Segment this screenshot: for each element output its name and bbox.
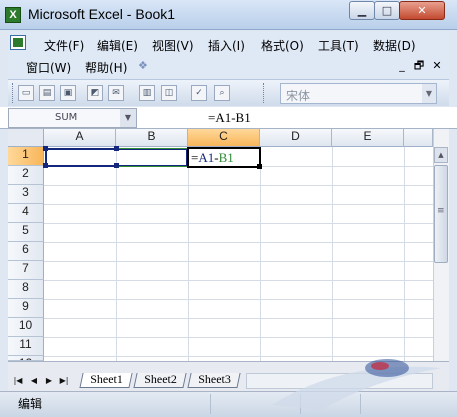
first-sheet-icon[interactable]: |◀	[12, 375, 24, 387]
formula-input[interactable]: =A1-B1	[208, 110, 251, 126]
active-cell-c1[interactable]: =A1-B1	[187, 147, 261, 168]
print-icon[interactable]: ▥	[139, 85, 155, 101]
gridline	[44, 299, 433, 300]
range-handle[interactable]	[43, 146, 48, 151]
font-name-value: 宋体	[286, 89, 311, 103]
sheet-tab-label: Sheet3	[197, 372, 231, 386]
status-divider	[210, 394, 211, 414]
sheet-tab-3[interactable]: Sheet3	[187, 372, 241, 388]
sheet-tab-2[interactable]: Sheet2	[133, 372, 187, 388]
close-button[interactable]: ✕	[399, 1, 445, 20]
formula-ref-b: B1	[218, 150, 234, 165]
toolbar-options-icon[interactable]	[263, 83, 266, 103]
open-icon[interactable]: ▤	[39, 85, 55, 101]
last-sheet-icon[interactable]: ▶|	[58, 375, 70, 387]
row-header-2[interactable]: 2	[8, 166, 44, 185]
menu-insert[interactable]: 插入(I)	[208, 37, 245, 54]
column-header-f[interactable]	[404, 129, 433, 147]
gridline	[188, 147, 189, 361]
sheet-tab-label: Sheet1	[89, 372, 123, 386]
gridline	[404, 147, 405, 361]
range-reference-highlight-b1[interactable]	[116, 148, 188, 167]
menu-edit[interactable]: 编辑(E)	[97, 37, 138, 54]
sheet-tab-1[interactable]: Sheet1	[79, 372, 133, 388]
menu-file[interactable]: 文件(F)	[44, 37, 84, 54]
row-header-5[interactable]: 5	[8, 223, 44, 242]
row-header-1[interactable]: 1	[8, 147, 44, 166]
scroll-up-icon[interactable]: ▲	[434, 147, 448, 163]
row-header-8[interactable]: 8	[8, 280, 44, 299]
range-handle[interactable]	[114, 163, 119, 168]
horizontal-scrollbar[interactable]	[246, 373, 433, 389]
status-bar	[0, 391, 457, 417]
gridline	[44, 185, 433, 186]
mail-icon[interactable]: ✉	[108, 85, 124, 101]
menu-format[interactable]: 格式(O)	[261, 37, 304, 54]
scrollbar-thumb[interactable]	[434, 165, 448, 263]
row-header-3[interactable]: 3	[8, 185, 44, 204]
gridline	[44, 204, 433, 205]
mdi-close-button[interactable]: ✕	[430, 59, 444, 73]
status-divider	[300, 394, 301, 414]
workbook-icon[interactable]	[10, 35, 26, 50]
gridline	[44, 261, 433, 262]
menu-help[interactable]: 帮助(H)	[85, 59, 127, 76]
new-icon[interactable]: ▭	[18, 85, 34, 101]
gridline	[260, 147, 261, 361]
research-icon[interactable]: ⌕	[214, 85, 230, 101]
name-box[interactable]: SUM ▼	[8, 108, 137, 128]
column-header-a[interactable]: A	[44, 129, 116, 147]
prev-sheet-icon[interactable]: ◀	[28, 375, 40, 387]
gridline	[44, 337, 433, 338]
menu-data[interactable]: 数据(D)	[373, 37, 416, 54]
column-header-d[interactable]: D	[260, 129, 332, 147]
menu-tools[interactable]: 工具(T)	[318, 37, 359, 54]
window-title: Microsoft Excel - Book1	[28, 6, 176, 22]
formula-ref-a: A1	[198, 150, 215, 165]
maximize-button[interactable]: □	[374, 1, 400, 20]
gridline	[44, 318, 433, 319]
toolbar-grip[interactable]	[12, 83, 15, 103]
print-preview-icon[interactable]: ◫	[161, 85, 177, 101]
mdi-minimize-button[interactable]: _	[395, 59, 409, 73]
gridline	[332, 147, 333, 361]
fill-handle[interactable]	[257, 164, 262, 169]
chevron-down-icon[interactable]: ▼	[422, 84, 436, 103]
menu-window[interactable]: 窗口(W)	[26, 59, 71, 76]
gridline	[44, 356, 433, 357]
range-handle[interactable]	[43, 163, 48, 168]
row-header-4[interactable]: 4	[8, 204, 44, 223]
next-sheet-icon[interactable]: ▶	[43, 375, 55, 387]
row-header-7[interactable]: 7	[8, 261, 44, 280]
column-header-b[interactable]: B	[116, 129, 188, 147]
chevron-down-icon[interactable]: ▼	[120, 109, 136, 127]
excel-app-icon[interactable]: X	[5, 7, 21, 23]
column-header-e[interactable]: E	[332, 129, 404, 147]
status-divider	[360, 394, 361, 414]
spelling-icon[interactable]: ✓	[191, 85, 207, 101]
select-all-corner[interactable]	[8, 129, 44, 147]
permission-icon[interactable]: ◩	[87, 85, 103, 101]
menu-view[interactable]: 视图(V)	[152, 37, 194, 54]
status-mode: 编辑	[18, 397, 43, 411]
sheet-tab-label: Sheet2	[143, 372, 177, 386]
gridline	[44, 242, 433, 243]
gridline	[116, 147, 117, 361]
help-assistant-icon[interactable]: ❖	[138, 59, 152, 72]
row-header-11[interactable]: 11	[8, 337, 44, 356]
row-header-9[interactable]: 9	[8, 299, 44, 318]
font-name-select[interactable]: 宋体 ▼	[280, 83, 437, 104]
row-header-6[interactable]: 6	[8, 242, 44, 261]
mdi-restore-button[interactable]: 🗗	[412, 59, 426, 73]
column-header-c[interactable]: C	[188, 129, 260, 147]
range-handle[interactable]	[114, 146, 119, 151]
row-header-10[interactable]: 10	[8, 318, 44, 337]
minimize-button[interactable]: ▁	[349, 1, 375, 20]
gridline	[44, 280, 433, 281]
save-icon[interactable]: ▣	[60, 85, 76, 101]
name-box-value: SUM	[55, 112, 78, 123]
gridline	[44, 223, 433, 224]
